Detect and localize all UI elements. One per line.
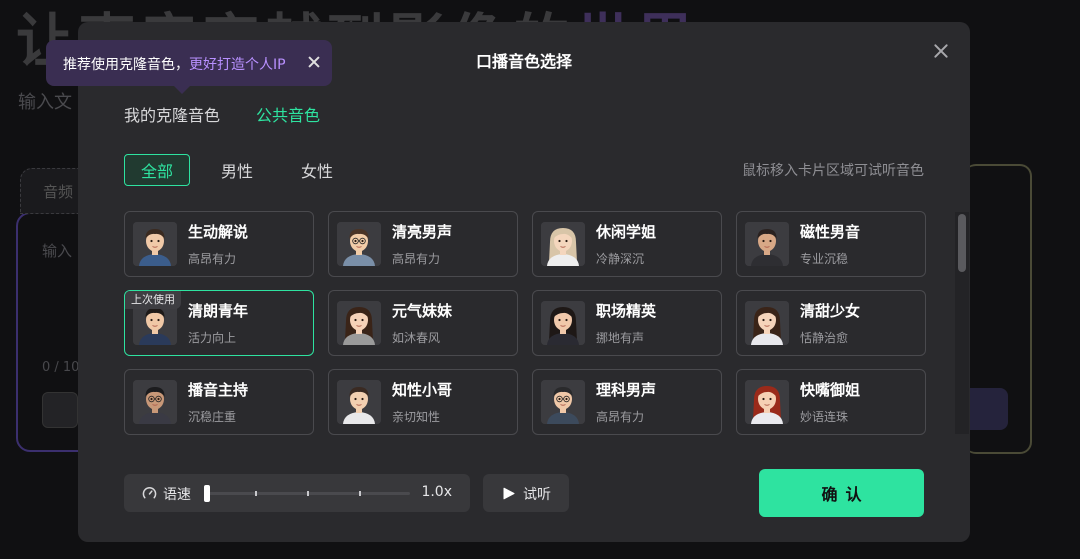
avatar xyxy=(133,380,177,424)
voice-card[interactable]: 休闲学姐 冷静深沉 xyxy=(532,211,722,277)
filter-all[interactable]: 全部 xyxy=(124,154,191,186)
voice-card-grid: 生动解说 高昂有力 清亮男声 高昂有力 休闲学姐 冷静深沉 磁性男音 专业沉稳 清朗青年 活力向上… xyxy=(124,211,926,435)
avatar xyxy=(541,301,585,345)
hover-preview-hint: 鼠标移入卡片区域可试听音色 xyxy=(742,163,924,179)
voice-name: 元气妹妹 xyxy=(392,302,453,320)
voice-source-tabs: 我的克隆音色 公共音色 xyxy=(124,102,320,126)
tooltip-close-icon[interactable] xyxy=(306,54,322,70)
voice-description: 冷静深沉 xyxy=(596,252,645,266)
avatar xyxy=(745,301,789,345)
speed-value: 1.0x xyxy=(421,484,452,500)
scrollbar-thumb[interactable] xyxy=(958,214,966,272)
tab-public-voices[interactable]: 公共音色 xyxy=(256,102,320,126)
confirm-button[interactable]: 确认 xyxy=(759,469,924,517)
hero-subtitle: 输入文 xyxy=(18,92,72,113)
voice-name: 快嘴御姐 xyxy=(800,381,861,399)
voice-name: 知性小哥 xyxy=(392,381,453,399)
avatar xyxy=(541,222,585,266)
preview-label: 试听 xyxy=(523,487,551,503)
filter-female[interactable]: 女性 xyxy=(284,154,350,186)
clone-recommend-tooltip: 推荐使用克隆音色，更好打造个人IP xyxy=(46,40,332,94)
voice-name: 休闲学姐 xyxy=(596,223,657,241)
voice-name: 生动解说 xyxy=(188,223,249,241)
voice-description: 挪地有声 xyxy=(596,331,645,345)
voice-card[interactable]: 生动解说 高昂有力 xyxy=(124,211,314,277)
filter-male[interactable]: 男性 xyxy=(204,154,270,186)
tooltip-text: 推荐使用克隆音色，更好打造个人IP xyxy=(63,54,286,74)
close-icon[interactable] xyxy=(930,40,952,62)
bg-generate-button xyxy=(964,388,1008,430)
avatar xyxy=(745,380,789,424)
voice-name: 理科男声 xyxy=(596,381,657,399)
voice-name: 职场精英 xyxy=(596,302,657,320)
bg-input-label: 输入 xyxy=(42,242,73,260)
voice-description: 妙语连珠 xyxy=(800,410,849,424)
tooltip-text-highlight: 更好打造个人IP xyxy=(189,57,286,73)
voice-card[interactable]: 职场精英 挪地有声 xyxy=(532,290,722,356)
avatar xyxy=(337,301,381,345)
avatar xyxy=(541,380,585,424)
voice-description: 活力向上 xyxy=(188,331,237,345)
voice-select-modal: 口播音色选择 我的克隆音色 公共音色 全部 男性 女性 鼠标移入卡片区域可试听音… xyxy=(78,22,970,542)
voice-name: 清亮男声 xyxy=(392,223,453,241)
tab-cloned-voices[interactable]: 我的克隆音色 xyxy=(124,102,220,126)
voice-card[interactable]: 清朗青年活力向上 上次使用 xyxy=(124,290,314,356)
gender-filter: 全部 男性 女性 xyxy=(124,154,350,186)
voice-name: 磁性男音 xyxy=(800,223,861,241)
voice-description: 高昂有力 xyxy=(188,252,237,266)
voice-description: 亲切知性 xyxy=(392,410,441,424)
last-used-badge: 上次使用 xyxy=(125,291,181,309)
voice-card[interactable]: 理科男声 高昂有力 xyxy=(532,369,722,435)
bg-avatar-thumb xyxy=(42,392,78,428)
avatar xyxy=(337,222,381,266)
avatar xyxy=(133,222,177,266)
avatar xyxy=(745,222,789,266)
voice-description: 高昂有力 xyxy=(392,252,441,266)
scrollbar[interactable] xyxy=(955,212,969,434)
bg-char-count: 0 / 10 xyxy=(42,360,80,375)
voice-card[interactable]: 清甜少女 恬静治愈 xyxy=(736,290,926,356)
speed-slider-handle[interactable] xyxy=(204,485,210,502)
voice-card[interactable]: 磁性男音 专业沉稳 xyxy=(736,211,926,277)
speed-slider[interactable] xyxy=(204,485,410,502)
speed-gauge-icon xyxy=(142,486,157,499)
preview-button[interactable]: 试听 xyxy=(483,474,569,512)
voice-name: 播音主持 xyxy=(188,381,249,399)
avatar xyxy=(337,380,381,424)
voice-card[interactable]: 快嘴御姐 妙语连珠 xyxy=(736,369,926,435)
tooltip-text-prefix: 推荐使用克隆音色， xyxy=(63,57,189,73)
speed-control: 语速 1.0x xyxy=(124,474,470,512)
voice-description: 如沐春风 xyxy=(392,331,441,345)
voice-card[interactable]: 元气妹妹 如沐春风 xyxy=(328,290,518,356)
voice-description: 专业沉稳 xyxy=(800,252,849,266)
voice-card[interactable]: 知性小哥 亲切知性 xyxy=(328,369,518,435)
voice-description: 高昂有力 xyxy=(596,410,645,424)
voice-description: 恬静治愈 xyxy=(800,331,849,345)
slider-tick xyxy=(255,491,257,496)
voice-card[interactable]: 播音主持 沉稳庄重 xyxy=(124,369,314,435)
slider-tick xyxy=(307,491,309,496)
slider-tick xyxy=(359,491,361,496)
voice-description: 沉稳庄重 xyxy=(188,410,237,424)
play-icon xyxy=(503,487,515,500)
voice-name: 清朗青年 xyxy=(188,302,249,320)
voice-card[interactable]: 清亮男声 高昂有力 xyxy=(328,211,518,277)
speed-label: 语速 xyxy=(163,487,191,503)
voice-name: 清甜少女 xyxy=(800,302,861,320)
